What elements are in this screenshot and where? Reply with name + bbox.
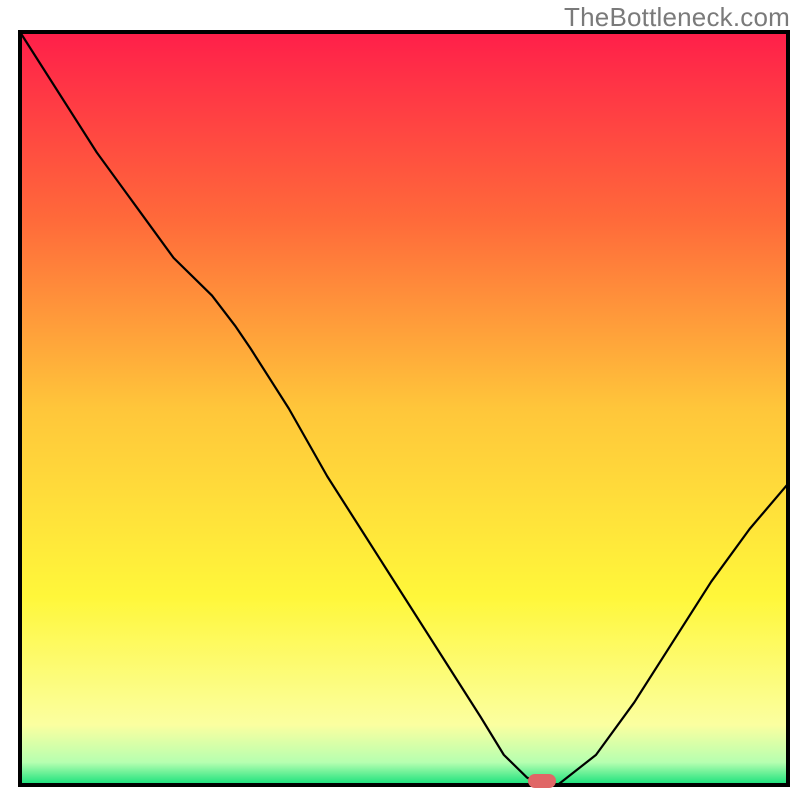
chart-container: TheBottleneck.com: [0, 0, 800, 800]
chart-plot: [0, 0, 800, 800]
watermark-text: TheBottleneck.com: [564, 2, 790, 33]
chart-background: [20, 32, 788, 785]
optimal-marker: [528, 774, 556, 788]
